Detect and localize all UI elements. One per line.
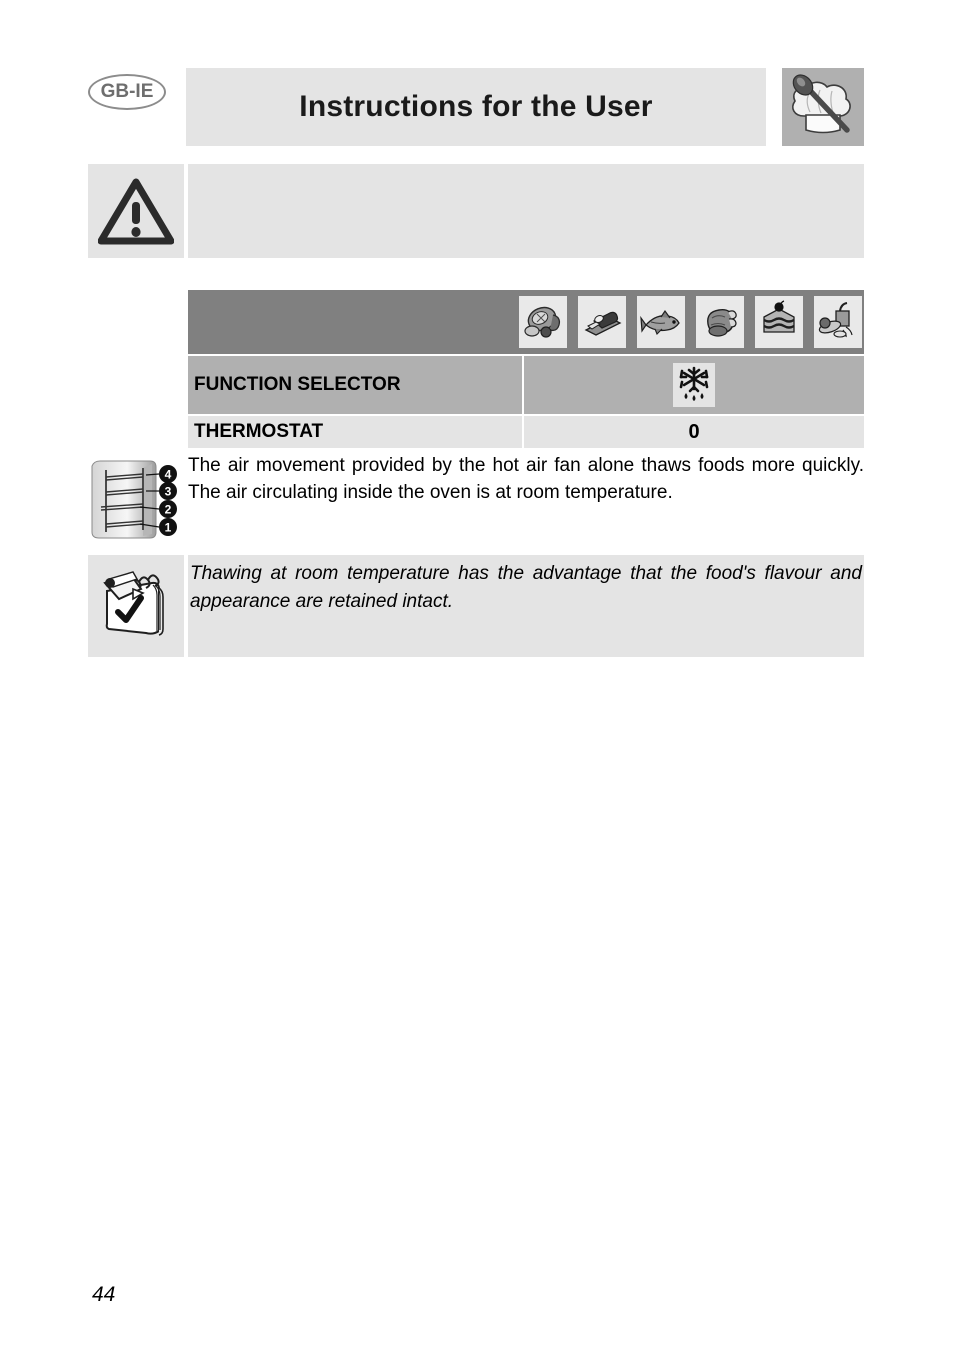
warning-block [88,164,864,258]
page-number: 44 [92,1283,116,1306]
language-badge: GB-IE [88,74,166,110]
page-header: GB-IE Instructions for the User [88,68,864,148]
notepad-pen-check-icon [103,571,164,636]
rack-level-3: 3 [165,485,172,499]
rack-level-2: 2 [165,503,172,517]
page-title: Instructions for the User [299,90,653,123]
oven-shelf-levels-icon: 4 3 2 1 [88,458,184,544]
note-icon-cell [88,555,184,657]
cake-slice-icon [755,296,803,348]
note-text: Thawing at room temperature has the adva… [190,563,862,612]
note-body: Thawing at room temperature has the adva… [188,555,864,657]
function-table: FUNCTION SELECTOR THERMOSTAT 0 [188,290,864,448]
thermostat-value: 0 [524,416,864,448]
poultry-chicken-icon [696,296,744,348]
title-bar: Instructions for the User [186,68,766,146]
fish-icon [637,296,685,348]
meat-ham-icon [519,296,567,348]
warning-triangle-icon [98,178,174,245]
table-row: THERMOSTAT 0 [188,416,864,448]
thermostat-label: THERMOSTAT [188,416,522,448]
food-icon-header-row [188,290,864,354]
function-selector-value [524,356,864,414]
note-block: Thawing at room temperature has the adva… [88,555,864,657]
warning-text [188,164,864,258]
warning-icon-cell [88,164,184,258]
bread-toast-icon [578,296,626,348]
function-selector-label: FUNCTION SELECTOR [188,356,522,414]
rack-level-4: 4 [165,468,172,482]
document-page: GB-IE Instructions for the User FUNCTION… [0,0,954,1352]
vegetables-icon [814,296,862,348]
chef-hat-spoon-icon [782,68,864,146]
defrost-snowflake-drops-icon [673,363,715,407]
body-paragraph: The air movement provided by the hot air… [188,455,864,503]
rack-level-1: 1 [165,521,172,535]
table-row: FUNCTION SELECTOR [188,356,864,414]
